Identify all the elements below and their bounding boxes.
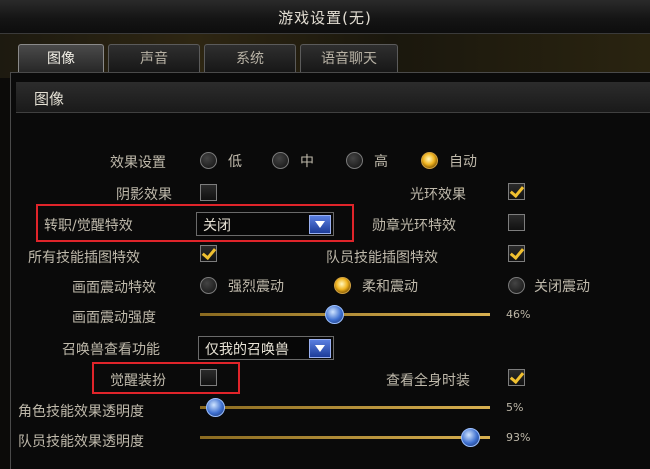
full-costume-checkbox[interactable] [508, 369, 525, 386]
section-title: 图像 [34, 90, 65, 108]
tab-system[interactable]: 系统 [204, 44, 296, 73]
party-skill-opacity-label: 队员技能效果透明度 [18, 434, 144, 450]
summon-view-value: 仅我的召唤兽 [205, 342, 289, 358]
shake-strength-track[interactable] [200, 313, 490, 316]
effect-high-label: 高 [374, 154, 388, 170]
awaken-costume-highlight-box [92, 362, 240, 394]
shadow-checkbox[interactable] [200, 184, 217, 201]
shake-soft-radio[interactable] [334, 277, 351, 294]
medal-halo-label: 勋章光环特效 [372, 218, 456, 234]
summon-view-select[interactable]: 仅我的召唤兽 [198, 336, 334, 360]
shake-strength-label: 画面震动强度 [72, 310, 156, 326]
shadow-label: 阴影效果 [116, 187, 172, 203]
shake-off-radio[interactable] [508, 277, 525, 294]
tab-graphics[interactable]: 图像 [18, 44, 104, 73]
section-header: 图像 [16, 82, 650, 113]
effect-high-radio[interactable] [346, 152, 363, 169]
shake-strength-slider-knob[interactable] [324, 305, 344, 324]
effect-low-radio[interactable] [200, 152, 217, 169]
shake-strong-label: 强烈震动 [228, 279, 284, 295]
party-skill-opacity-value: 93% [506, 431, 531, 444]
halo-label: 光环效果 [410, 187, 466, 203]
char-skill-opacity-slider-knob[interactable] [206, 398, 225, 417]
effect-mid-radio[interactable] [272, 152, 289, 169]
effect-low-label: 低 [228, 154, 242, 170]
title-bar[interactable]: 游戏设置(无) [0, 0, 650, 34]
window-title: 游戏设置(无) [278, 9, 372, 27]
all-skill-art-checkbox[interactable] [200, 245, 217, 262]
screen-shake-label: 画面震动特效 [72, 280, 156, 296]
shake-off-label: 关闭震动 [534, 279, 590, 295]
medal-halo-checkbox[interactable] [508, 214, 525, 231]
party-skill-art-label: 队员技能插图特效 [326, 250, 438, 266]
halo-checkbox[interactable] [508, 183, 525, 200]
all-skill-art-label: 所有技能插图特效 [28, 250, 140, 266]
char-skill-opacity-track[interactable] [200, 406, 490, 409]
char-skill-opacity-value: 5% [506, 401, 524, 414]
effect-auto-label: 自动 [449, 154, 477, 170]
tab-sound[interactable]: 声音 [108, 44, 200, 73]
effect-auto-radio[interactable] [421, 152, 438, 169]
shake-strong-radio[interactable] [200, 277, 217, 294]
party-skill-art-checkbox[interactable] [508, 245, 525, 262]
awaken-effect-highlight-box [36, 204, 354, 242]
full-costume-label: 查看全身时装 [386, 373, 470, 389]
tab-voice-chat[interactable]: 语音聊天 [300, 44, 398, 73]
shake-soft-label: 柔和震动 [362, 279, 418, 295]
chevron-down-icon[interactable] [309, 339, 331, 358]
char-skill-opacity-label: 角色技能效果透明度 [18, 404, 144, 420]
effect-mid-label: 中 [300, 154, 314, 170]
party-skill-opacity-track[interactable] [200, 436, 490, 439]
summon-view-label: 召唤兽查看功能 [62, 342, 160, 358]
effect-setting-label: 效果设置 [110, 155, 166, 171]
shake-strength-value: 46% [506, 308, 531, 321]
